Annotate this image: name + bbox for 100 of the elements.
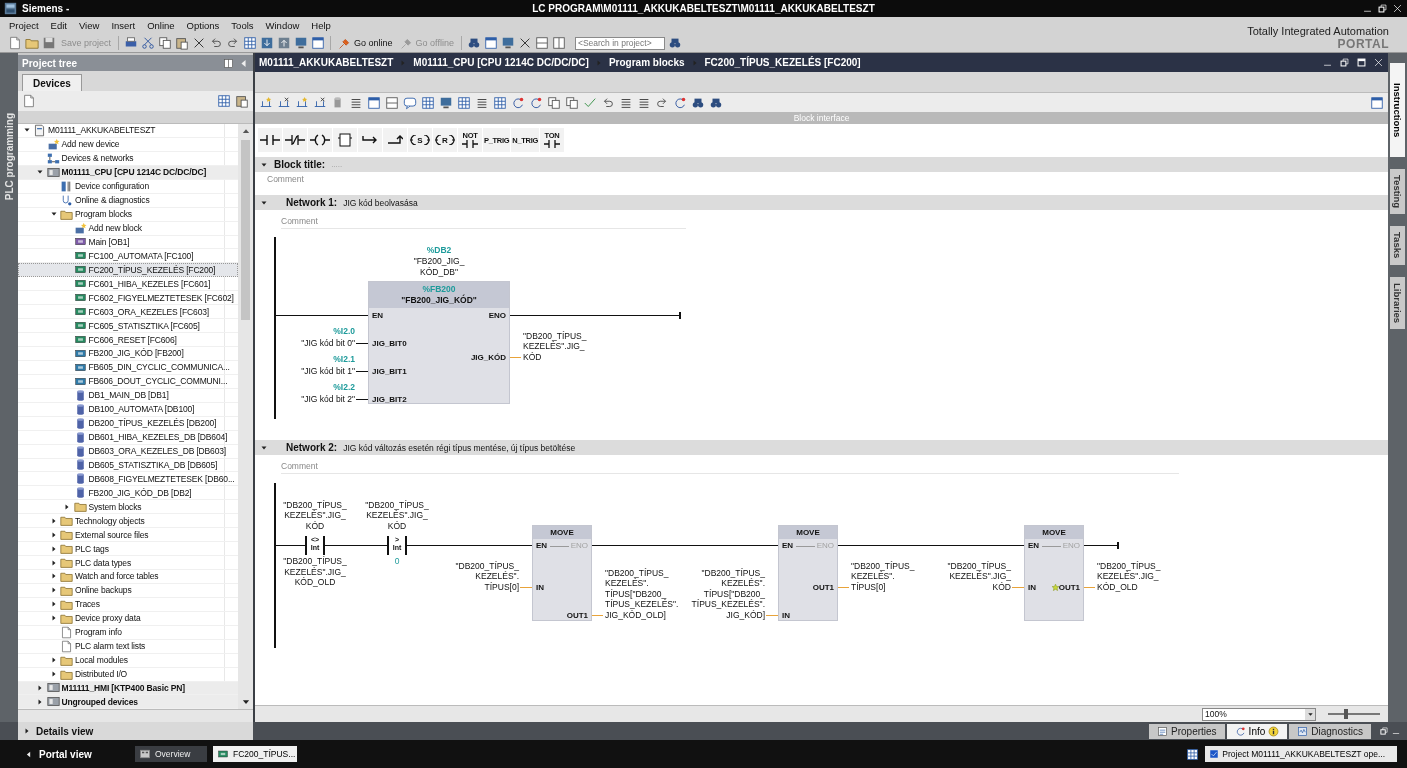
menu-item[interactable]: Options <box>180 20 226 32</box>
new-icon[interactable] <box>22 94 36 108</box>
side-tab[interactable]: Testing <box>1390 169 1405 215</box>
expander-icon[interactable] <box>49 544 58 553</box>
scrollbar[interactable] <box>18 709 253 722</box>
tree-item[interactable]: System blocks <box>18 500 238 515</box>
tree-item[interactable]: Local modules <box>18 653 238 668</box>
copy-icon[interactable] <box>158 36 173 51</box>
new-project-icon[interactable] <box>8 36 22 51</box>
instruction-button[interactable] <box>383 128 407 152</box>
expander-icon[interactable] <box>36 697 44 706</box>
breadcrumb-link[interactable]: M01111_AKKUKABELTESZT <box>259 57 394 68</box>
tree-item[interactable]: DB605_STATISZTIKA_DB [DB605] <box>18 458 238 473</box>
details-view-header[interactable]: Details view <box>18 722 253 740</box>
network-header[interactable]: Network 2: JIG kód változás esetén régi típus mentése, új típus betöltése <box>255 440 1388 455</box>
expander-icon[interactable] <box>49 572 58 581</box>
expander-icon[interactable] <box>63 502 71 511</box>
side-tab[interactable]: Libraries <box>1390 276 1405 329</box>
paste-icon[interactable] <box>175 36 190 51</box>
search-field[interactable]: <Search in project> <box>574 36 665 50</box>
tree-item[interactable]: Add new block <box>18 221 238 236</box>
menu-item[interactable]: View <box>72 20 106 32</box>
tree-item[interactable]: FC605_STATISZTIKA [FC605] <box>18 319 238 334</box>
previous-icon[interactable] <box>601 95 615 110</box>
check-icon[interactable] <box>583 95 597 110</box>
breadcrumb-link[interactable]: Program blocks <box>608 57 685 68</box>
menu-item[interactable]: Help <box>305 20 337 32</box>
table-icon[interactable] <box>457 95 471 110</box>
inspector-tab[interactable]: Info <box>1226 723 1288 739</box>
tree-item[interactable]: Program info <box>18 625 238 640</box>
go-online-button[interactable]: Go online <box>336 36 395 50</box>
instruction-button[interactable] <box>308 128 332 152</box>
table-icon[interactable] <box>217 94 231 108</box>
tree-item[interactable]: Main [OB1] <box>18 235 238 250</box>
tree-item[interactable]: DB100_AUTOMATA [DB100] <box>18 402 238 417</box>
menu-item[interactable]: Project <box>3 20 45 32</box>
tree-item[interactable]: Online & diagnostics <box>18 193 238 208</box>
breadcrumb-link[interactable]: M01111_CPU [CPU 1214C DC/DC/DC] <box>413 57 589 68</box>
delete-network-icon[interactable] <box>277 95 291 110</box>
maximize-icon[interactable] <box>1356 57 1367 68</box>
instruction-button[interactable] <box>258 128 282 152</box>
reset-icon[interactable] <box>511 95 525 110</box>
insert-network-icon[interactable] <box>259 95 273 110</box>
split-vertical-icon[interactable] <box>551 36 566 51</box>
side-tab[interactable]: Tasks <box>1390 226 1405 265</box>
restore-icon[interactable] <box>1377 3 1388 14</box>
expander-icon[interactable] <box>49 516 58 525</box>
portal-view-button[interactable]: Portal view <box>24 748 129 760</box>
tree-item[interactable]: FC603_ORA_KEZELES [FC603] <box>18 305 238 320</box>
star-icon[interactable] <box>1051 583 1060 592</box>
tree-item[interactable]: FC200_TÍPUS_KEZELÉS [FC200] <box>18 263 238 278</box>
next-icon[interactable] <box>655 95 669 110</box>
reset-icon[interactable] <box>529 95 543 110</box>
devices-tab[interactable]: Devices <box>22 74 82 91</box>
tree-item[interactable]: DB608_FIGYELMEZTETESEK [DB60... <box>18 472 238 487</box>
tree-item[interactable]: Program blocks <box>18 207 238 222</box>
comment-icon[interactable] <box>403 95 417 110</box>
display-icon[interactable] <box>439 95 453 110</box>
close-icon[interactable] <box>1373 57 1384 68</box>
tree-item[interactable]: Online backups <box>18 583 238 598</box>
tree-item[interactable]: PLC tags <box>18 542 238 557</box>
refresh-icon[interactable] <box>673 95 687 110</box>
expander-icon[interactable] <box>23 727 31 735</box>
tree-item[interactable]: PLC alarm text lists <box>18 639 238 654</box>
upload-icon[interactable] <box>277 36 292 51</box>
expander-icon[interactable] <box>49 530 58 539</box>
tree-item[interactable]: FB200_JIG_KÓD_DB [DB2] <box>18 486 238 501</box>
expander-icon[interactable] <box>49 670 58 679</box>
pin-icon[interactable] <box>223 57 234 69</box>
tree-item[interactable]: Add new device <box>18 137 238 152</box>
tree-item[interactable]: FB606_DOUT_CYCLIC_COMMUNI... <box>18 374 238 389</box>
tree-item[interactable]: Device configuration <box>18 179 238 194</box>
tree-item[interactable]: FB605_DIN_CYCLIC_COMMUNICA... <box>18 360 238 375</box>
scrollbar[interactable] <box>238 124 253 709</box>
status-icon[interactable] <box>1186 747 1200 761</box>
tree-item[interactable]: Devices & networks <box>18 151 238 166</box>
collapse-icon[interactable] <box>238 57 249 69</box>
expander-icon[interactable] <box>49 614 58 623</box>
tree-item[interactable]: FC606_RESET [FC606] <box>18 333 238 347</box>
tree-item[interactable]: Ungrouped devices <box>18 695 238 709</box>
menu-item[interactable]: Tools <box>225 20 260 32</box>
zoom-dropdown[interactable]: 100% <box>1202 707 1316 721</box>
split-horizontal-icon[interactable] <box>534 36 549 51</box>
expander-icon[interactable] <box>49 656 58 665</box>
instruction-button[interactable]: R <box>433 128 457 152</box>
instruction-button[interactable]: S <box>408 128 432 152</box>
tree-item[interactable]: FC602_FIGYELMEZTETESEK [FC602] <box>18 291 238 306</box>
expander-icon[interactable] <box>49 558 58 567</box>
tree-item[interactable]: PLC data types <box>18 556 238 570</box>
save-icon[interactable] <box>42 36 56 51</box>
expander-icon[interactable] <box>49 600 58 609</box>
copy-icon[interactable] <box>547 95 561 110</box>
inspector-tab[interactable]: Diagnostics <box>1289 723 1371 739</box>
breadcrumb-link[interactable]: FC200_TÍPUS_KEZELÉS [FC200] <box>704 57 861 68</box>
section-header[interactable]: Block title: ..... <box>255 157 1388 172</box>
instruction-button[interactable] <box>283 128 307 152</box>
panel-icon[interactable] <box>385 95 399 110</box>
network-header[interactable]: Network 1: JIG kód beolvasása <box>255 195 1388 210</box>
tree-item[interactable]: FB200_JIG_KÓD [FB200] <box>18 347 238 361</box>
zoom-slider-thumb[interactable] <box>1344 709 1349 719</box>
